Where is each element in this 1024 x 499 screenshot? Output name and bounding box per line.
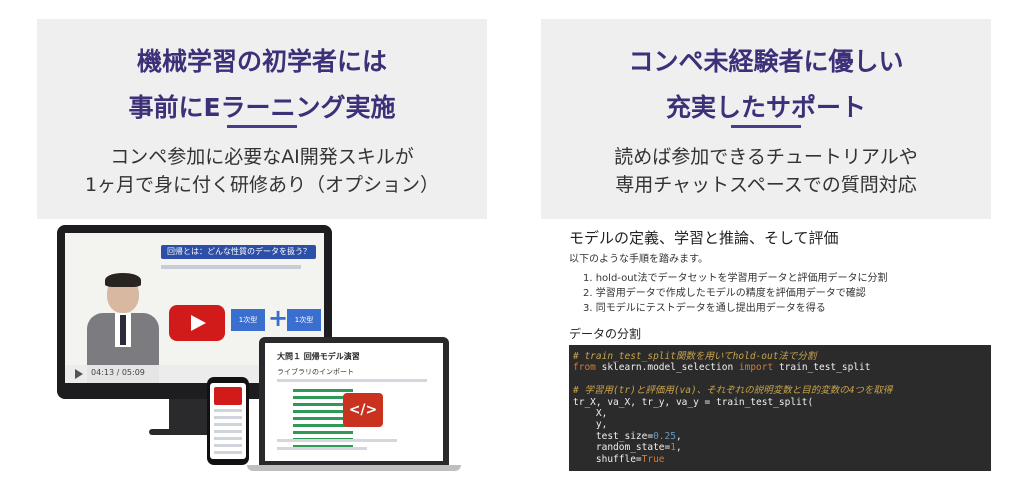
laptop-text-line xyxy=(277,439,397,442)
diagram-box-a: 1次型 xyxy=(231,309,265,331)
code-arg-line: random_state=1, xyxy=(573,442,682,454)
notebook-step: 1. hold-out法でデータセットを学習用データと評価用データに分割 xyxy=(583,273,888,284)
tutorial-notebook: モデルの定義、学習と推論、そして評価 以下のような手順を踏みます。 1. hol… xyxy=(541,219,991,471)
code-import-line: from sklearn.model_selection import trai… xyxy=(573,362,991,373)
code-icon: </> xyxy=(343,393,383,427)
support-card: コンペ未経験者に優しい 充実したサポート 読めば参加できるチュートリアルや 専用… xyxy=(541,19,991,471)
code-arg-line: shuffle=True xyxy=(573,454,991,465)
lesson-text-line xyxy=(161,265,301,269)
notebook-section-title: データの分割 xyxy=(569,327,642,341)
code-arg-key: test_size= xyxy=(573,430,654,442)
notebook-lead: 以下のような手順を踏みます。 xyxy=(569,254,708,265)
code-arg-line: X, xyxy=(573,408,608,420)
code-arg-line: test_size=0.25, xyxy=(573,430,682,442)
code-comment: # 学習用(tr)と評価用(va)、それぞれの説明変数と目的変数の4つを取得 xyxy=(573,385,893,397)
laptop-base xyxy=(247,465,461,471)
support-headline: コンペ未経験者に優しい 充実したサポート xyxy=(541,39,991,131)
headline-line-1: コンペ未経験者に優しい xyxy=(628,47,904,76)
laptop-subtitle: ライブラリのインポート xyxy=(277,368,354,376)
code-arg-value: True xyxy=(641,453,665,465)
code-arg-key: shuffle= xyxy=(573,453,642,465)
laptop-text-line xyxy=(277,379,427,382)
phone-video-thumb xyxy=(214,387,242,405)
code-module: sklearn.model_selection xyxy=(595,362,739,374)
code-arg-line: y, xyxy=(573,419,608,431)
code-cell: # train_test_split関数を用いてhold-out法で分割 fro… xyxy=(569,345,991,471)
notebook-step: 3. 同モデルにテストデータを通し提出用データを得る xyxy=(583,303,826,314)
phone-screen xyxy=(210,383,246,459)
code-call-line: tr_X, va_X, tr_y, va_y = train_test_spli… xyxy=(573,396,814,408)
elearning-card: 機械学習の初学者には 事前にEラーニング実施 コンペ参加に必要なAI開発スキルが… xyxy=(37,19,487,471)
play-icon xyxy=(169,305,225,341)
subtext-line-2: 専用チャットスペースでの質問対応 xyxy=(615,174,917,196)
code-arg-value: 1 xyxy=(670,442,676,454)
laptop-title: 大問１ 回帰モデル演習 xyxy=(277,352,360,361)
headline-divider xyxy=(227,125,297,128)
laptop-screen: 大問１ 回帰モデル演習 ライブラリのインポート </> xyxy=(265,343,443,461)
elearning-headline: 機械学習の初学者には 事前にEラーニング実施 xyxy=(37,39,487,131)
diagram-box-b: 1次型 xyxy=(287,309,321,331)
support-subtext: 読めば参加できるチュートリアルや 専用チャットスペースでの質問対応 xyxy=(541,143,991,199)
plus-icon: + xyxy=(268,304,289,332)
notebook-title: モデルの定義、学習と推論、そして評価 xyxy=(569,229,839,247)
code-keyword: import xyxy=(738,362,774,374)
lesson-title-bar: 回帰とは：どんな性質のデータを扱う？ xyxy=(161,245,316,259)
headline-divider xyxy=(731,125,801,128)
code-keyword: from xyxy=(573,362,596,374)
code-func: train_test_split xyxy=(773,362,871,374)
notebook-steps: 1. hold-out法でデータセットを学習用データと評価用データに分割 2. … xyxy=(583,271,887,316)
subtext-line-2: 1ヶ月で身に付く研修あり（オプション） xyxy=(84,174,440,196)
subtext-line-1: 読めば参加できるチュートリアルや xyxy=(614,146,918,168)
elearning-subtext: コンペ参加に必要なAI開発スキルが 1ヶ月で身に付く研修あり（オプション） xyxy=(37,143,487,199)
phone-image xyxy=(207,377,249,465)
small-play-icon xyxy=(75,369,83,379)
subtext-line-1: コンペ参加に必要なAI開発スキルが xyxy=(110,146,414,168)
video-time: 04:13 / 05:09 xyxy=(91,368,145,377)
headline-line-1: 機械学習の初学者には xyxy=(136,47,387,76)
code-arg-value: 0.25 xyxy=(653,430,676,442)
laptop-image: 大問１ 回帰モデル演習 ライブラリのインポート </> xyxy=(259,337,449,465)
devices-illustration: 回帰とは：どんな性質のデータを扱う？ 1次型 + 1次型 04:13 / 05:… xyxy=(37,219,487,471)
code-comment: # train_test_split関数を用いてhold-out法で分割 xyxy=(573,351,817,362)
laptop-text-line xyxy=(277,447,367,450)
notebook-step: 2. 学習用データで作成したモデルの精度を評価用データで確認 xyxy=(583,288,866,299)
code-arg-key: random_state= xyxy=(573,442,671,454)
